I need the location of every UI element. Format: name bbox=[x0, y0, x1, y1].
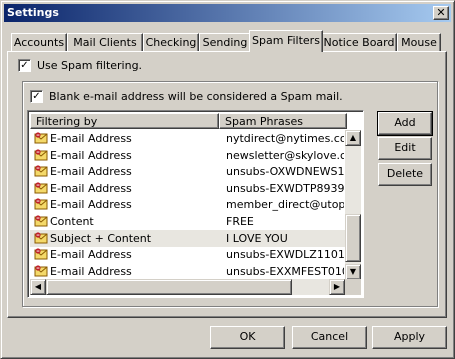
row-filter-type: E-mail Address bbox=[50, 165, 132, 179]
row-spam-phrase: I LOVE YOU bbox=[226, 231, 288, 245]
table-row[interactable]: E-mail Address member_direct@utopiad. bbox=[30, 196, 345, 213]
edit-button[interactable]: Edit bbox=[378, 137, 432, 160]
use-spam-label: Use Spam filtering. bbox=[37, 59, 143, 72]
add-button[interactable]: Add bbox=[377, 111, 433, 136]
row-filter-type: Subject + Content bbox=[50, 231, 152, 245]
envelope-spam-icon bbox=[34, 248, 48, 260]
table-row[interactable]: E-mail Address nytdirect@nytimes.com bbox=[30, 130, 345, 147]
settings-window: Settings ✕ Accounts Mail Clients Checkin… bbox=[0, 0, 455, 359]
row-spam-phrase: FREE bbox=[226, 215, 254, 228]
row-spam-phrase: unsubs-OXWDNEWS122 bbox=[226, 165, 344, 179]
horizontal-scrollbar[interactable]: ◀ ▶ bbox=[30, 279, 345, 295]
table-row[interactable]: E-mail Address newsletter@skylove.co.k bbox=[30, 147, 345, 164]
ok-button[interactable]: OK bbox=[210, 326, 285, 349]
row-spam-phrase: nytdirect@nytimes.com bbox=[226, 132, 344, 145]
envelope-spam-icon bbox=[34, 132, 48, 144]
blank-email-checkbox[interactable]: ✓ bbox=[30, 90, 43, 103]
table-row[interactable]: E-mail Address unsubs-EXWDTP893912 bbox=[30, 180, 345, 197]
horizontal-scroll-thumb[interactable] bbox=[46, 279, 292, 295]
blank-email-check-mark-icon: ✓ bbox=[32, 91, 41, 102]
column-filtering-by[interactable]: Filtering by bbox=[30, 113, 219, 129]
tab-checking[interactable]: Checking bbox=[143, 33, 199, 51]
envelope-spam-icon bbox=[34, 182, 48, 194]
row-spam-phrase: newsletter@skylove.co.k bbox=[226, 148, 344, 162]
scroll-left-arrow-icon: ◀ bbox=[34, 282, 42, 291]
scroll-right-button[interactable]: ▶ bbox=[329, 279, 345, 295]
table-row[interactable]: Content FREE bbox=[30, 213, 345, 230]
envelope-spam-icon bbox=[34, 165, 48, 177]
row-spam-phrase: unsubs-EXWDTP893912 bbox=[226, 181, 344, 195]
table-row[interactable]: E-mail Address unsubs-OXWDNEWS122 bbox=[30, 163, 345, 180]
row-spam-phrase: unsubs-EXWDLZ110102 bbox=[226, 248, 344, 262]
table-row[interactable]: E-mail Address unsubs-EXWDLZ110102 bbox=[30, 246, 345, 263]
tab-mail-clients[interactable]: Mail Clients bbox=[67, 33, 143, 51]
scrollbar-corner bbox=[345, 279, 361, 295]
row-filter-type: Content bbox=[50, 215, 94, 228]
vertical-scrollbar[interactable]: ▲ ▼ bbox=[345, 130, 361, 280]
scroll-left-button[interactable]: ◀ bbox=[30, 279, 46, 295]
table-row[interactable]: E-mail Address unsubs-EXXMFEST0108 bbox=[30, 263, 345, 280]
list-rows: E-mail Addressnytdirect@nytimes.comE-mai… bbox=[30, 130, 345, 280]
scroll-down-arrow-icon: ▼ bbox=[349, 267, 357, 276]
use-spam-check-mark-icon: ✓ bbox=[20, 60, 29, 71]
envelope-spam-icon bbox=[34, 148, 48, 161]
column-spam-phrases[interactable]: Spam Phrases bbox=[219, 113, 347, 129]
envelope-spam-icon bbox=[34, 231, 48, 244]
tab-mouse[interactable]: Mouse bbox=[397, 33, 441, 51]
scroll-up-button[interactable]: ▲ bbox=[345, 130, 361, 146]
row-spam-phrase: unsubs-EXXMFEST0108 bbox=[226, 264, 344, 278]
blank-email-label: Blank e-mail address will be considered … bbox=[49, 90, 343, 103]
row-spam-phrase: member_direct@utopiad. bbox=[226, 198, 344, 212]
title-bar: Settings ✕ bbox=[4, 4, 451, 22]
tab-sending[interactable]: Sending bbox=[199, 33, 251, 51]
scroll-up-arrow-icon: ▲ bbox=[349, 133, 357, 142]
envelope-spam-icon bbox=[34, 198, 48, 210]
tab-spam-filters[interactable]: Spam Filters bbox=[249, 30, 323, 52]
scroll-down-button[interactable]: ▼ bbox=[345, 264, 361, 280]
envelope-spam-icon bbox=[34, 215, 48, 227]
row-filter-type: E-mail Address bbox=[50, 132, 132, 145]
envelope-spam-icon bbox=[34, 265, 48, 277]
use-spam-checkbox[interactable]: ✓ bbox=[18, 59, 31, 72]
spam-filter-list[interactable]: Filtering by Spam Phrases E-mail Address… bbox=[27, 110, 364, 298]
apply-button[interactable]: Apply bbox=[372, 326, 447, 349]
row-filter-type: E-mail Address bbox=[50, 248, 132, 262]
scroll-right-arrow-icon: ▶ bbox=[333, 282, 341, 291]
vertical-scroll-thumb[interactable] bbox=[345, 214, 361, 262]
table-row[interactable]: Subject + Content I LOVE YOU bbox=[30, 229, 345, 247]
window-title: Settings bbox=[7, 6, 59, 19]
row-filter-type: E-mail Address bbox=[50, 198, 132, 212]
row-filter-type: E-mail Address bbox=[50, 181, 132, 195]
row-filter-type: E-mail Address bbox=[50, 264, 132, 278]
cancel-button[interactable]: Cancel bbox=[292, 326, 367, 349]
delete-button[interactable]: Delete bbox=[378, 163, 432, 186]
tab-notice-board[interactable]: Notice Board bbox=[321, 33, 397, 51]
close-button[interactable]: ✕ bbox=[433, 6, 449, 20]
row-filter-type: E-mail Address bbox=[50, 148, 132, 162]
tab-accounts[interactable]: Accounts bbox=[11, 33, 67, 51]
